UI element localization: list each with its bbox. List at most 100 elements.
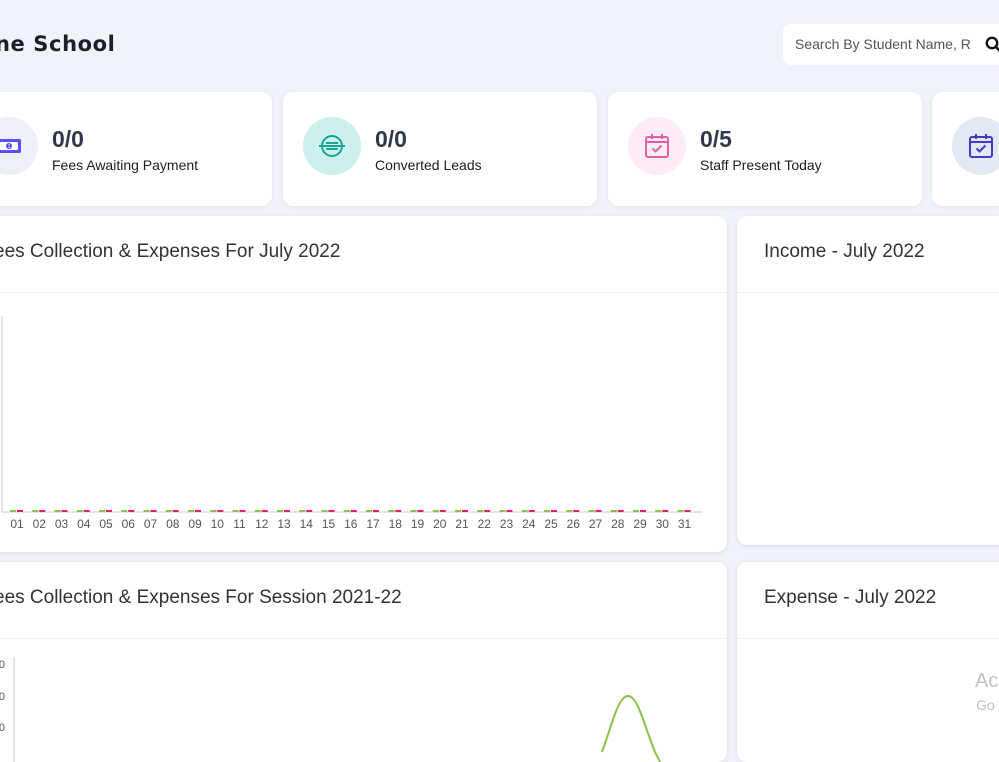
- stat-label: Staff Present Today: [700, 157, 822, 173]
- chart-bar: [528, 510, 535, 512]
- chart-bar: [566, 510, 573, 512]
- school-title: ne School: [0, 32, 116, 56]
- chart-bar: [677, 510, 684, 512]
- chart-bar: [61, 510, 68, 512]
- chart-bar: [10, 510, 16, 512]
- chart-bar: [410, 510, 417, 512]
- x-tick-label: 08: [166, 517, 180, 531]
- chart-bar: [232, 510, 239, 512]
- chart-bar: [417, 510, 424, 512]
- chart-bar: [17, 510, 23, 512]
- chart-bar: [655, 510, 662, 512]
- search-bar[interactable]: [783, 24, 999, 65]
- panel-title: Income - July 2022: [764, 241, 925, 262]
- x-tick-label: 18: [389, 517, 403, 531]
- expense-panel: Expense - July 2022: [737, 562, 999, 762]
- y-tick-label: 0: [0, 659, 5, 671]
- x-tick-label: 13: [277, 517, 291, 531]
- series-line: [601, 694, 661, 762]
- coin-icon: [319, 135, 345, 157]
- x-tick-label: 27: [589, 517, 603, 531]
- chart-bar: [551, 510, 557, 512]
- money-bill-icon: 1: [0, 139, 21, 153]
- x-tick-label: 30: [656, 517, 670, 531]
- x-tick-label: 31: [678, 517, 692, 531]
- chart-bar: [373, 510, 379, 512]
- chart-bar: [239, 510, 246, 512]
- chart-bar: [128, 510, 135, 512]
- x-tick-label: 19: [411, 517, 425, 531]
- x-tick-label: 07: [144, 517, 158, 531]
- stat-card-converted-leads[interactable]: 0/0 Converted Leads: [283, 92, 597, 206]
- x-tick-label: 24: [522, 517, 536, 531]
- x-tick-label: 23: [500, 517, 514, 531]
- session-line-chart: 0 0 0: [0, 657, 661, 762]
- chart-bar: [432, 510, 439, 512]
- stat-label: Converted Leads: [375, 157, 482, 173]
- chart-bar: [521, 510, 528, 512]
- x-tick-label: 14: [300, 517, 314, 531]
- chart-bar: [261, 510, 268, 512]
- stat-card-staff-present[interactable]: 0/5 Staff Present Today: [608, 92, 922, 206]
- search-input[interactable]: [795, 35, 970, 53]
- chart-bar: [388, 510, 395, 512]
- chart-bar: [617, 510, 624, 512]
- chart-bar: [121, 510, 128, 512]
- y-tick-label: 0: [0, 722, 5, 734]
- stat-icon-bg: [303, 117, 361, 175]
- chart-bar: [477, 510, 484, 512]
- x-tick-label: 20: [433, 517, 447, 531]
- stat-value: 0/5: [700, 126, 732, 152]
- chart-bar: [573, 510, 580, 512]
- chart-bar: [321, 510, 328, 512]
- chart-bar: [106, 510, 112, 512]
- panel-divider: [737, 292, 999, 293]
- stat-icon-bg: 1: [0, 117, 38, 175]
- search-icon[interactable]: [985, 36, 999, 53]
- x-tick-label: 28: [611, 517, 625, 531]
- chart-bar: [172, 510, 179, 512]
- x-tick-label: 25: [544, 517, 558, 531]
- chart-bar: [284, 510, 290, 512]
- x-tick-label: 29: [633, 517, 647, 531]
- watermark-line-1: Ac: [975, 670, 999, 692]
- chart-bar: [143, 510, 150, 512]
- x-tick-label: 17: [366, 517, 380, 531]
- chart-bar: [395, 510, 402, 512]
- chart-bar: [610, 510, 617, 512]
- stat-card-fees-awaiting[interactable]: 1 0/0 Fees Awaiting Payment: [0, 92, 272, 206]
- chart-bar: [328, 510, 335, 512]
- x-tick-label: 21: [455, 517, 469, 531]
- chart-bar: [506, 510, 513, 512]
- svg-text:1: 1: [8, 144, 11, 150]
- chart-bar: [366, 510, 372, 512]
- stat-icon-bg: [628, 117, 686, 175]
- chart-bar: [210, 510, 217, 512]
- x-tick-label: 26: [567, 517, 581, 531]
- chart-bar: [595, 510, 602, 512]
- chart-bar: [544, 510, 550, 512]
- chart-bar: [343, 510, 350, 512]
- chart-bar: [150, 510, 157, 512]
- chart-bar: [455, 510, 461, 512]
- chart-bar: [299, 510, 306, 512]
- x-tick-label: 10: [211, 517, 225, 531]
- chart-bar: [76, 510, 83, 512]
- income-panel: Income - July 2022: [737, 216, 999, 545]
- x-tick-label: 05: [99, 517, 113, 531]
- chart-bar: [277, 510, 283, 512]
- chart-bar: [32, 510, 39, 512]
- chart-bar: [662, 510, 669, 512]
- chart-bar: [254, 510, 261, 512]
- chart-bar: [54, 510, 61, 512]
- chart-bar: [217, 510, 224, 512]
- chart-bar: [640, 510, 646, 512]
- x-tick-label: 04: [77, 517, 91, 531]
- chart-bar: [350, 510, 357, 512]
- stat-card-partial[interactable]: [932, 92, 999, 206]
- session-chart-panel: ees Collection & Expenses For Session 20…: [0, 562, 727, 762]
- x-tick-label: 03: [55, 517, 69, 531]
- panel-title: Expense - July 2022: [764, 587, 937, 608]
- x-tick-label: 01: [10, 517, 24, 531]
- chart-bar: [439, 510, 446, 512]
